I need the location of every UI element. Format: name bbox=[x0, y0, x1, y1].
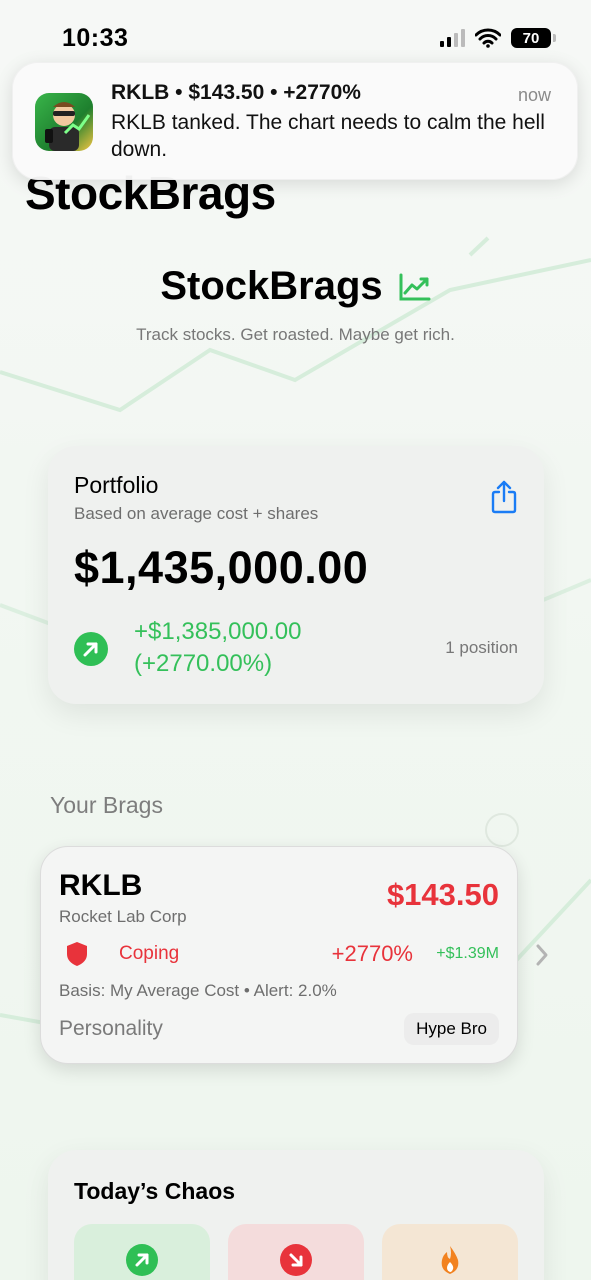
chaos-tile-losers[interactable] bbox=[228, 1224, 364, 1280]
trend-chart-icon bbox=[399, 273, 431, 300]
brag-company: Rocket Lab Corp bbox=[59, 907, 187, 926]
chaos-title: Today’s Chaos bbox=[74, 1178, 236, 1204]
brand-row: StockBrags bbox=[160, 264, 431, 309]
notification-body: RKLB tanked. The chart needs to calm the… bbox=[111, 111, 545, 161]
portfolio-card: Portfolio Based on average cost + shares… bbox=[48, 446, 544, 704]
brag-ticker: RKLB bbox=[59, 869, 143, 902]
portfolio-change: +$1,385,000.00 (+2770.00%) bbox=[134, 616, 302, 680]
status-icons: 70 bbox=[440, 28, 556, 48]
app-icon bbox=[35, 93, 93, 151]
brag-personality-label: Personality bbox=[59, 1017, 163, 1040]
chevron-right-icon[interactable] bbox=[534, 942, 550, 968]
portfolio-value: $1,435,000.00 bbox=[74, 542, 369, 593]
brag-mood: Coping bbox=[119, 943, 180, 964]
brag-percent: +2770% bbox=[331, 941, 413, 966]
brand-name: StockBrags bbox=[160, 264, 383, 308]
brag-card-rklb[interactable]: RKLB Rocket Lab Corp $143.50 Coping +277… bbox=[40, 846, 518, 1064]
portfolio-positions: 1 position bbox=[445, 638, 518, 657]
arrow-down-right-icon bbox=[280, 1244, 312, 1276]
notification-banner[interactable]: RKLB • $143.50 • +2770% now RKLB tanked.… bbox=[12, 62, 578, 180]
portfolio-change-amount: +$1,385,000.00 bbox=[134, 618, 302, 645]
brand-tagline: Track stocks. Get roasted. Maybe get ric… bbox=[136, 325, 455, 344]
arrow-up-right-icon bbox=[74, 632, 108, 666]
share-icon[interactable] bbox=[490, 480, 518, 514]
arrow-up-right-icon bbox=[126, 1244, 158, 1276]
portfolio-change-percent: (+2770.00%) bbox=[134, 650, 273, 677]
portfolio-subtitle: Based on average cost + shares bbox=[74, 504, 319, 523]
brag-personality-value[interactable]: Hype Bro bbox=[404, 1013, 499, 1045]
section-label-your-brags: Your Brags bbox=[50, 792, 163, 818]
brag-basis: Basis: My Average Cost • Alert: 2.0% bbox=[59, 981, 337, 1000]
battery-icon: 70 bbox=[511, 28, 556, 48]
flame-icon bbox=[434, 1244, 466, 1276]
signal-icon bbox=[440, 29, 465, 47]
brag-price: $143.50 bbox=[386, 877, 499, 912]
todays-chaos-card: Today’s Chaos bbox=[48, 1150, 544, 1280]
wifi-icon bbox=[475, 28, 501, 48]
notification-time: now bbox=[517, 85, 551, 105]
shield-icon bbox=[67, 942, 87, 966]
notification-title: RKLB • $143.50 • +2770% bbox=[111, 81, 361, 104]
portfolio-title: Portfolio bbox=[74, 472, 159, 498]
status-time: 10:33 bbox=[62, 24, 129, 52]
brag-gain: +$1.39M bbox=[436, 945, 499, 962]
chaos-tile-gainers[interactable] bbox=[74, 1224, 210, 1280]
status-bar: 10:33 70 bbox=[0, 0, 591, 70]
chaos-tile-hot[interactable] bbox=[382, 1224, 518, 1280]
brand-header: StockBrags Track stocks. Get roasted. Ma… bbox=[0, 264, 591, 345]
